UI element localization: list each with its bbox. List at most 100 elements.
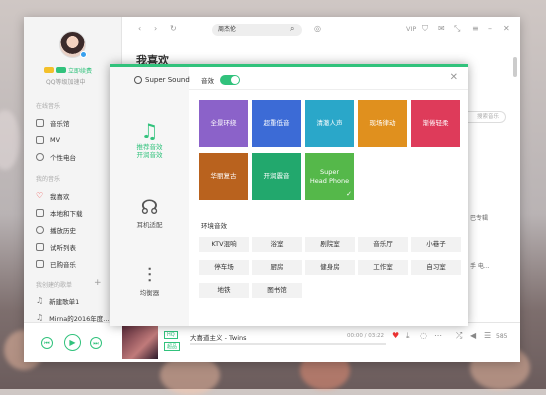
search-input[interactable]: 周杰伦 bbox=[212, 24, 302, 36]
shuffle-icon[interactable]: ⤮ bbox=[456, 331, 462, 341]
list-icon bbox=[36, 242, 44, 251]
sidebar-item-label: 播放历史 bbox=[50, 226, 76, 235]
background-row-text: 手 电... bbox=[470, 263, 490, 270]
play-button[interactable]: ▶ bbox=[64, 334, 81, 351]
music-hall-icon bbox=[36, 118, 44, 127]
effect-tile[interactable]: 超重低音 bbox=[252, 100, 301, 147]
playlist-icon[interactable]: ☰ bbox=[484, 331, 491, 340]
add-playlist-icon[interactable]: + bbox=[94, 278, 102, 288]
sidebar-item-label: 我喜欢 bbox=[50, 192, 70, 201]
comment-icon[interactable]: ◌ bbox=[420, 331, 427, 340]
effect-tile[interactable]: Super Head Phone ✓ bbox=[305, 153, 354, 200]
effect-tile[interactable]: 渐倦轻柔 bbox=[411, 100, 460, 147]
sidebar-item-label: 已购音乐 bbox=[50, 260, 76, 269]
env-effect-button[interactable]: 图书馆 bbox=[252, 283, 302, 298]
effect-toggle[interactable] bbox=[220, 75, 240, 85]
renew-link[interactable]: 立即续费 bbox=[68, 66, 92, 75]
search-icon[interactable]: ⌕ bbox=[290, 24, 294, 34]
user-vip-line: 立即续费 bbox=[44, 65, 114, 75]
music-note-icon: ♫ bbox=[140, 119, 159, 143]
nav-equalizer[interactable]: ⫶ 均衡器 bbox=[110, 263, 189, 297]
verified-badge-icon bbox=[80, 51, 87, 58]
sidebar-item-purchased[interactable]: 已购音乐 bbox=[36, 258, 120, 269]
song-title[interactable]: 大喜道主义 - Twins bbox=[190, 332, 247, 342]
special-tag: 超品 bbox=[164, 342, 181, 351]
forward-icon[interactable]: › bbox=[154, 24, 157, 33]
env-effect-button[interactable]: 厨房 bbox=[252, 260, 302, 275]
vip-link[interactable]: VIP bbox=[406, 25, 416, 33]
refresh-icon[interactable]: ↻ bbox=[170, 24, 177, 33]
nav-recommended-effects[interactable]: ♫ 推荐音效 开润音效 bbox=[110, 119, 189, 160]
sidebar-item-label: 个性电台 bbox=[50, 153, 76, 162]
background-light bbox=[0, 110, 20, 170]
sidebar-item-trial-list[interactable]: 试听列表 bbox=[36, 241, 120, 252]
tile-label: 华丽复古 bbox=[210, 172, 237, 181]
sidebar-item-favorites[interactable]: ♡ 我喜欢 bbox=[36, 190, 120, 201]
close-window-icon[interactable]: ✕ bbox=[503, 24, 510, 33]
env-effect-button[interactable]: KTV混响 bbox=[199, 237, 249, 252]
background-row-text: 巴专辑 bbox=[470, 215, 489, 222]
scrollbar[interactable] bbox=[513, 57, 517, 77]
music-note-icon: ♫ bbox=[36, 296, 44, 305]
heart-icon: ♡ bbox=[36, 190, 44, 200]
sidebar-item-label: MV bbox=[50, 135, 61, 144]
nav-label: 推荐音效 开润音效 bbox=[136, 143, 163, 160]
env-effect-button[interactable]: 工作室 bbox=[358, 260, 408, 275]
progress-bar[interactable] bbox=[190, 343, 386, 345]
tile-label: 渐倦轻柔 bbox=[422, 119, 449, 128]
close-icon[interactable]: ✕ bbox=[450, 72, 458, 83]
env-effect-button[interactable]: 剧院室 bbox=[305, 237, 355, 252]
nav-headphone-adapt[interactable]: ☊ 耳机适配 bbox=[110, 195, 189, 229]
mail-icon[interactable]: ✉ bbox=[438, 24, 445, 33]
env-effect-button[interactable]: 健身房 bbox=[305, 260, 355, 275]
menu-icon[interactable]: ≡ bbox=[472, 24, 479, 33]
sidebar-item-radio[interactable]: 个性电台 bbox=[36, 151, 120, 162]
divider bbox=[189, 89, 468, 90]
brand-label: Super Sound bbox=[145, 76, 190, 84]
super-sound-logo-icon bbox=[134, 76, 142, 84]
env-effect-button[interactable]: 停车场 bbox=[199, 260, 249, 275]
download-icon bbox=[36, 208, 44, 217]
online-music-heading: 在线音乐 bbox=[36, 103, 61, 110]
skin-icon[interactable]: ⛉ bbox=[422, 24, 428, 34]
top-bar: ‹ › ↻ 周杰伦 ⌕ ◎ VIP ⛉ ✉ ⤡ ≡ – ✕ bbox=[122, 17, 520, 43]
vip-badge-icon bbox=[44, 67, 54, 73]
dialog-sidebar: Super Sound ♫ 推荐音效 开润音效 ☊ 耳机适配 ⫶ 均衡器 bbox=[110, 67, 190, 326]
my-music-heading: 我的音乐 bbox=[36, 176, 61, 183]
playlist-item[interactable]: ♫ 新建歌单1 bbox=[36, 295, 120, 306]
mini-mode-icon[interactable]: ⤡ bbox=[454, 24, 460, 34]
effect-tile[interactable]: 清澈人声 bbox=[305, 100, 354, 147]
more-icon[interactable]: ⋯ bbox=[434, 331, 442, 340]
env-effect-button[interactable]: 地铁 bbox=[199, 283, 249, 298]
album-cover[interactable] bbox=[122, 326, 158, 359]
effect-toggle-row: 音效 bbox=[201, 75, 240, 85]
back-icon[interactable]: ‹ bbox=[138, 24, 141, 33]
effect-tile[interactable]: 全景环绕 bbox=[199, 100, 248, 147]
effect-tile[interactable]: 现场律动 bbox=[358, 100, 407, 147]
sidebar-item-local-download[interactable]: 本地和下载 bbox=[36, 207, 120, 218]
sidebar-item-mv[interactable]: MV bbox=[36, 134, 120, 145]
effect-tile[interactable]: 华丽复古 bbox=[199, 153, 248, 200]
volume-icon[interactable]: ◀ bbox=[470, 331, 476, 340]
env-effect-button[interactable]: 自习室 bbox=[411, 260, 461, 275]
download-icon[interactable]: ⤓ bbox=[406, 331, 410, 341]
heart-icon[interactable]: ♥ bbox=[392, 331, 399, 340]
sidebar-item-music-hall[interactable]: 音乐馆 bbox=[36, 117, 120, 128]
minimize-icon[interactable]: – bbox=[488, 24, 492, 33]
sidebar-item-label: 音乐馆 bbox=[50, 119, 70, 128]
env-effect-button[interactable]: 小巷子 bbox=[411, 237, 461, 252]
checkmark-icon: ✓ bbox=[346, 189, 352, 198]
quality-badge[interactable]: HQ bbox=[164, 331, 178, 339]
effect-tile[interactable]: 开润震音 bbox=[252, 153, 301, 200]
env-effect-button[interactable]: 音乐厅 bbox=[358, 237, 408, 252]
music-note-icon: ♫ bbox=[36, 313, 44, 322]
headphones-icon: ☊ bbox=[140, 195, 159, 219]
tile-label: 清澈人声 bbox=[316, 119, 343, 128]
effect-label: 音效 bbox=[201, 77, 214, 85]
tile-label: Super Head Phone bbox=[309, 168, 350, 185]
sidebar-item-history[interactable]: 播放历史 bbox=[36, 224, 120, 235]
next-button[interactable]: ⏭ bbox=[90, 337, 102, 349]
recognize-icon[interactable]: ◎ bbox=[314, 24, 321, 33]
previous-button[interactable]: ⏮ bbox=[41, 337, 53, 349]
env-effect-button[interactable]: 浴室 bbox=[252, 237, 302, 252]
